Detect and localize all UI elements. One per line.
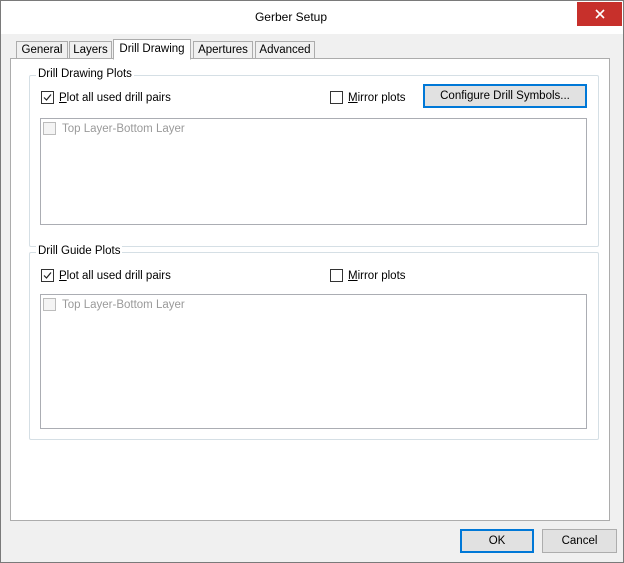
tab-general[interactable]: General — [16, 41, 68, 59]
tab-advanced[interactable]: Advanced — [255, 41, 315, 59]
drill-drawing-layer-pairs-list[interactable]: Top Layer-Bottom Layer — [40, 118, 587, 225]
drill-guide-plot-all-checkbox[interactable]: Plot all used drill pairs — [41, 268, 201, 284]
plot-all-label: lot all used drill pairs — [66, 270, 171, 282]
checkbox-box — [43, 122, 56, 135]
drill-guide-plots-title: Drill Guide Plots — [36, 245, 123, 257]
checkbox-box[interactable] — [41, 269, 54, 282]
tab-panel-drill-drawing: Drill Drawing Plots Plot all used drill … — [10, 58, 610, 521]
layer-pair-label: Top Layer-Bottom Layer — [62, 123, 185, 135]
drill-guide-mirror-checkbox[interactable]: Mirror plots — [330, 268, 420, 284]
ok-button[interactable]: OK — [460, 529, 534, 553]
checkbox-box[interactable] — [330, 91, 343, 104]
drill-drawing-plots-title: Drill Drawing Plots — [36, 68, 134, 80]
drill-guide-layer-pairs-list[interactable]: Top Layer-Bottom Layer — [40, 294, 587, 429]
plot-all-accelerator: P — [59, 270, 67, 282]
checkbox-box[interactable] — [330, 269, 343, 282]
mirror-accelerator: M — [348, 270, 358, 282]
window-title: Gerber Setup — [254, 10, 328, 24]
mirror-accelerator: M — [348, 92, 358, 104]
tab-drill-drawing[interactable]: Drill Drawing — [113, 39, 191, 60]
layer-pair-label: Top Layer-Bottom Layer — [62, 299, 185, 311]
plot-all-label: lot all used drill pairs — [66, 92, 171, 104]
title-bar: Gerber Setup — [1, 1, 623, 34]
plot-all-accelerator: P — [59, 92, 67, 104]
checkmark-icon — [43, 94, 52, 101]
drill-guide-plots-group: Drill Guide Plots Plot all used drill pa… — [29, 245, 599, 440]
cancel-button[interactable]: Cancel — [542, 529, 617, 553]
close-icon — [594, 9, 605, 19]
gerber-setup-dialog: Gerber Setup General Layers Drill Drawin… — [0, 0, 624, 563]
drill-drawing-plots-group: Drill Drawing Plots Plot all used drill … — [29, 68, 599, 247]
drill-drawing-plot-all-checkbox[interactable]: Plot all used drill pairs — [41, 90, 201, 106]
mirror-label: irror plots — [357, 270, 406, 282]
checkbox-box[interactable] — [41, 91, 54, 104]
checkbox-box — [43, 298, 56, 311]
drill-drawing-mirror-checkbox[interactable]: Mirror plots — [330, 90, 420, 106]
tab-layers[interactable]: Layers — [69, 41, 112, 59]
mirror-label: irror plots — [357, 92, 406, 104]
checkmark-icon — [43, 272, 52, 279]
close-button[interactable] — [577, 2, 622, 26]
tab-apertures[interactable]: Apertures — [193, 41, 253, 59]
configure-drill-symbols-button[interactable]: Configure Drill Symbols... — [423, 84, 587, 108]
